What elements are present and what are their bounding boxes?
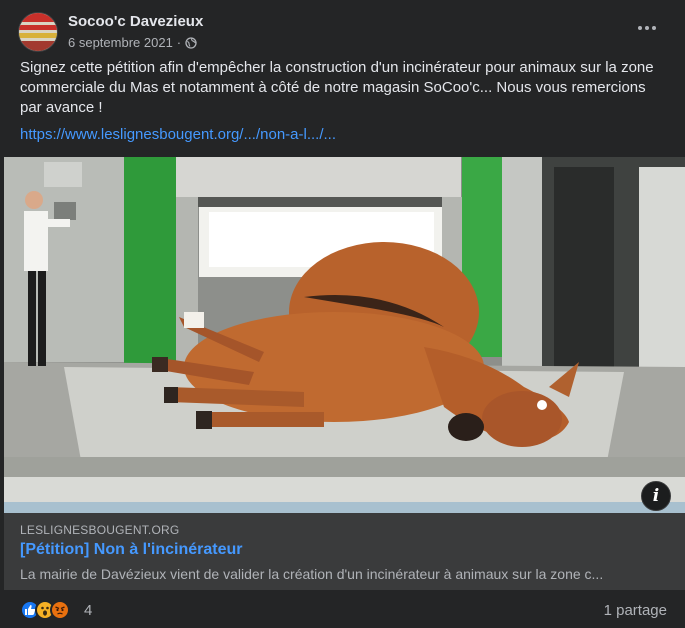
angry-icon [50,600,70,620]
preview-domain: LESLIGNESBOUGENT.ORG [20,523,180,537]
facebook-post: Socoo'c Davezieux 6 septembre 2021 · Sig… [0,0,685,628]
post-meta: 6 septembre 2021 · [68,35,197,50]
incinerator-horse-photo [4,157,685,513]
post-text: Signez cette pétition afin d'empêcher la… [20,59,654,116]
more-options-icon[interactable] [633,18,661,38]
author-name[interactable]: Socoo'c Davezieux [68,13,203,30]
globe-icon [185,36,197,49]
share-count[interactable]: 1 partage [604,602,667,619]
reaction-icons[interactable] [20,600,70,620]
info-icon[interactable]: i [641,481,671,511]
post-date[interactable]: 6 septembre 2021 [68,35,173,50]
link-preview[interactable]: LESLIGNESBOUGENT.ORG [Pétition] Non à l'… [4,513,685,590]
page-avatar[interactable] [18,12,58,52]
preview-title[interactable]: [Pétition] Non à l'incinérateur [20,541,243,559]
preview-description: La mairie de Davézieux vient de valider … [20,566,604,582]
post-link[interactable]: https://www.leslignesbougent.org/.../non… [20,126,336,143]
reaction-count[interactable]: 4 [84,602,92,619]
post-header: Socoo'c Davezieux 6 septembre 2021 · [18,10,667,54]
meta-separator: · [176,35,182,50]
post-image[interactable]: i [4,157,685,513]
post-footer: 4 1 partage [0,590,685,628]
